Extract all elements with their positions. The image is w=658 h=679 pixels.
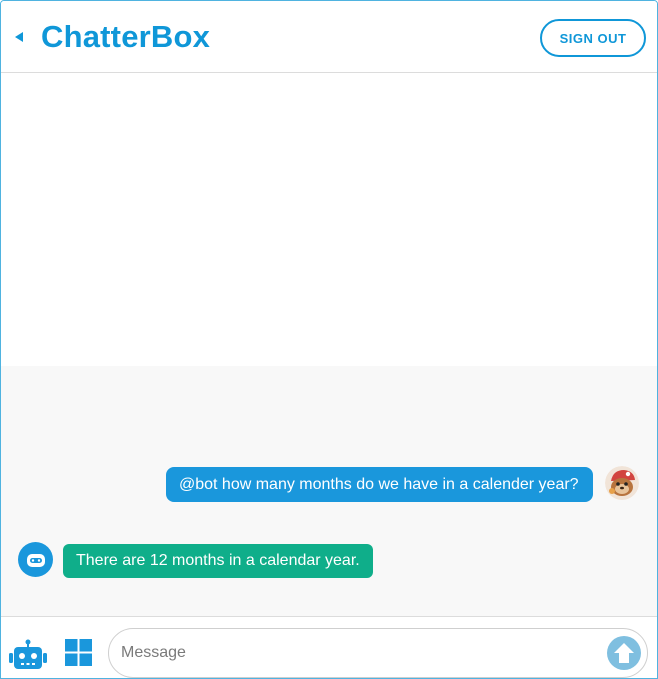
app-title: ChatterBox <box>41 19 211 54</box>
message-input[interactable] <box>108 628 648 678</box>
empty-area <box>1 73 657 366</box>
bot-avatar-icon <box>18 542 53 577</box>
sign-out-button[interactable]: SIGN OUT <box>540 19 646 57</box>
user-message-bubble: @bot how many months do we have in a cal… <box>166 467 593 502</box>
back-arrow-icon[interactable] <box>12 30 26 44</box>
header: ChatterBox SIGN OUT <box>1 1 657 73</box>
bot-message-bubble: There are 12 months in a calendar year. <box>63 544 373 578</box>
chat-window: ChatterBox SIGN OUT @bot how many months… <box>0 0 658 679</box>
message-list: @bot how many months do we have in a cal… <box>1 366 657 616</box>
user-avatar-icon <box>605 466 639 500</box>
composer-bar <box>1 616 657 678</box>
grid-apps-icon[interactable] <box>65 639 92 666</box>
send-arrow-icon[interactable] <box>607 636 641 670</box>
robot-icon[interactable] <box>8 639 48 671</box>
